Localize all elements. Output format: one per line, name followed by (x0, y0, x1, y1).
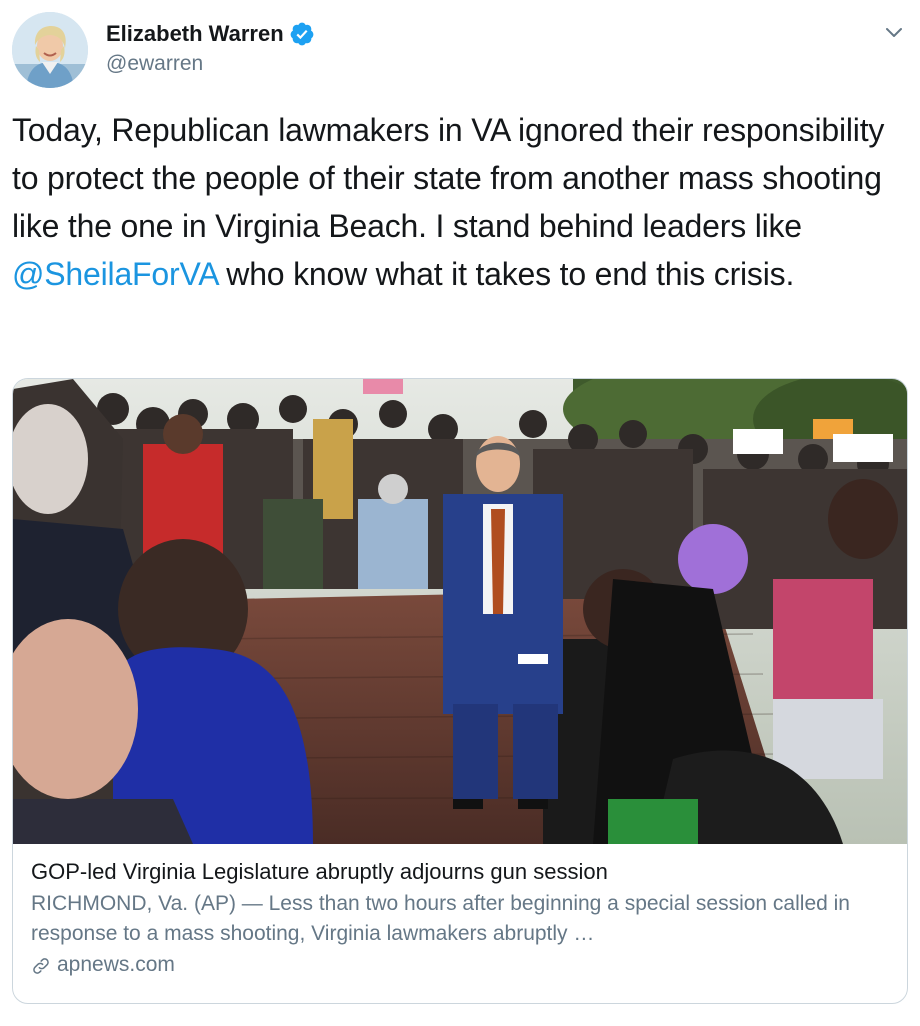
link-card[interactable]: GOP-led Virginia Legislature abruptly ad… (12, 378, 908, 1004)
tweet-text-part: Today, Republican lawmakers in VA ignore… (12, 112, 885, 244)
card-image[interactable] (13, 379, 907, 844)
card-body: GOP-led Virginia Legislature abruptly ad… (31, 857, 891, 980)
author-name[interactable]: Elizabeth Warren (106, 20, 284, 48)
card-title[interactable]: GOP-led Virginia Legislature abruptly ad… (31, 857, 891, 887)
card-domain-text: apnews.com (57, 953, 175, 976)
author-handle[interactable]: @ewarren (106, 50, 315, 78)
card-domain[interactable]: apnews.com (31, 950, 891, 980)
mention-link[interactable]: @SheilaForVA (12, 256, 218, 292)
tweet-text: Today, Republican lawmakers in VA ignore… (12, 106, 902, 298)
tweet: Elizabeth Warren @ewarren Today, Republi… (0, 0, 920, 1026)
chevron-down-icon[interactable] (884, 22, 904, 42)
avatar[interactable] (12, 12, 88, 88)
verified-badge-icon (289, 21, 315, 47)
link-icon (31, 955, 51, 975)
avatar-image (12, 12, 88, 88)
tweet-text-part: who know what it takes to end this crisi… (217, 256, 795, 292)
card-description: RICHMOND, Va. (AP) — Less than two hours… (31, 892, 850, 945)
author-block: Elizabeth Warren @ewarren (106, 20, 315, 78)
